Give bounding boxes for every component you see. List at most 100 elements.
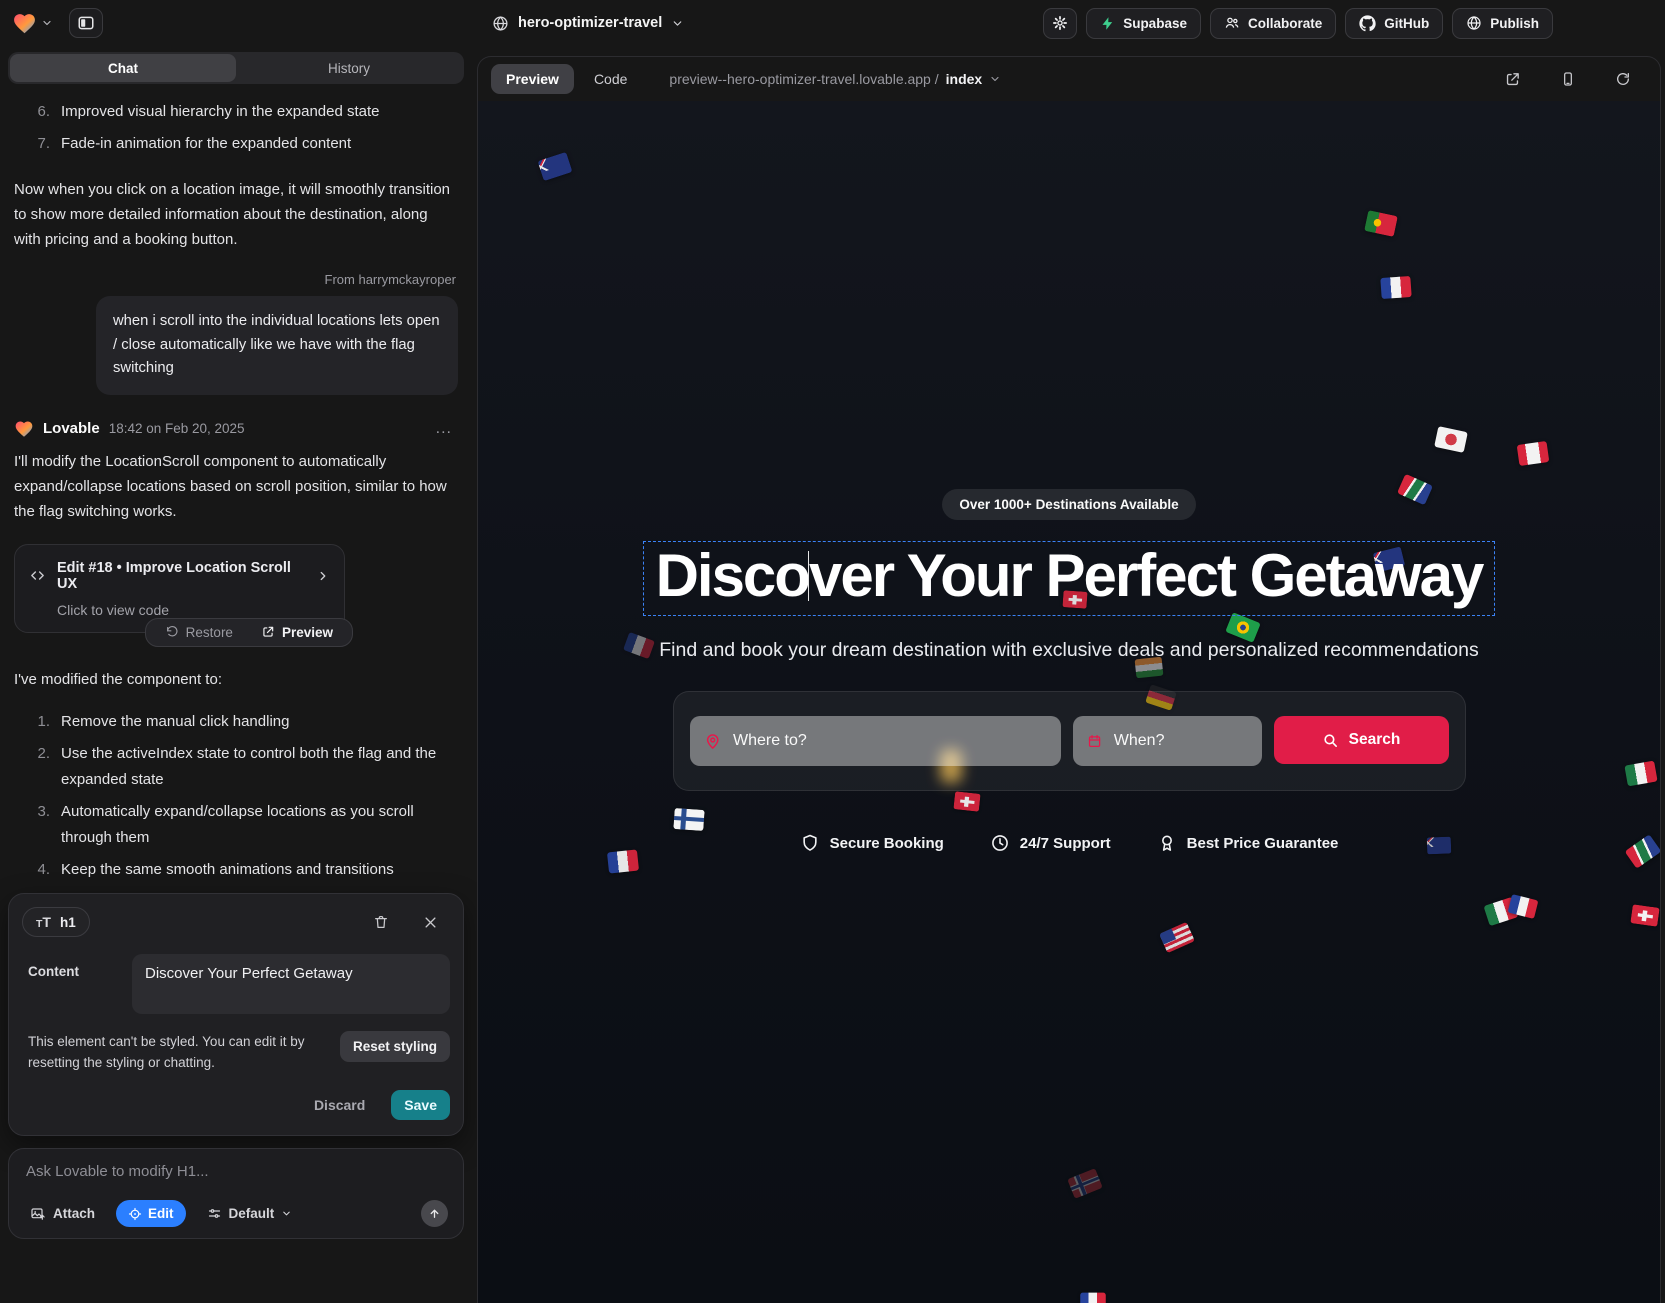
when-input[interactable] bbox=[1112, 731, 1248, 751]
feature-label: 24/7 Support bbox=[1020, 835, 1111, 852]
preview-url[interactable]: preview--hero-optimizer-travel.lovable.a… bbox=[669, 71, 1001, 87]
globe-icon bbox=[492, 15, 509, 32]
search-button[interactable]: Search bbox=[1274, 716, 1449, 764]
list-number: 3. bbox=[32, 799, 50, 851]
save-button[interactable]: Save bbox=[391, 1090, 450, 1120]
reset-styling-button[interactable]: Reset styling bbox=[340, 1031, 450, 1062]
chevron-down-icon bbox=[41, 17, 53, 29]
edit-mode-button[interactable]: Edit bbox=[116, 1200, 186, 1227]
lovable-heart-icon bbox=[12, 11, 37, 36]
github-icon bbox=[1359, 15, 1376, 32]
list-item: 7. Fade-in animation for the expanded co… bbox=[14, 128, 458, 160]
open-in-new-tab-button[interactable] bbox=[1498, 70, 1527, 89]
assistant-message-header: Lovable 18:42 on Feb 20, 2025 ... bbox=[14, 419, 458, 439]
supabase-button[interactable]: Supabase bbox=[1086, 8, 1201, 39]
award-icon bbox=[1157, 833, 1177, 853]
message-menu-button[interactable]: ... bbox=[430, 419, 458, 439]
collaborate-label: Collaborate bbox=[1248, 16, 1322, 31]
hero-section: Over 1000+ Destinations Available Discov… bbox=[478, 101, 1660, 853]
github-button[interactable]: GitHub bbox=[1345, 8, 1443, 39]
content-label: Content bbox=[22, 954, 122, 979]
selected-element-pill[interactable]: TT h1 bbox=[22, 907, 90, 937]
list-item: 3. Automatically expand/collapse locatio… bbox=[14, 796, 458, 854]
where-field[interactable] bbox=[690, 716, 1061, 766]
tab-chat[interactable]: Chat bbox=[10, 54, 236, 82]
project-switcher[interactable]: hero-optimizer-travel bbox=[492, 15, 684, 32]
france-flag-icon bbox=[1080, 1293, 1106, 1303]
tab-history[interactable]: History bbox=[236, 54, 462, 82]
feature-secure-booking: Secure Booking bbox=[800, 833, 944, 853]
chat-input[interactable] bbox=[24, 1162, 448, 1181]
destinations-badge: Over 1000+ Destinations Available bbox=[942, 489, 1195, 520]
restore-button[interactable]: Restore bbox=[159, 624, 239, 641]
publish-label: Publish bbox=[1490, 16, 1539, 31]
selected-element-outline[interactable]: Discover Your Perfect Getaway bbox=[643, 541, 1496, 616]
lovable-logo-group[interactable] bbox=[12, 11, 53, 36]
edit-mode-label: Edit bbox=[148, 1206, 174, 1221]
list-number: 6. bbox=[32, 99, 50, 125]
mobile-view-button[interactable] bbox=[1554, 70, 1582, 88]
content-input[interactable]: Discover Your Perfect Getaway bbox=[132, 954, 450, 1014]
send-button[interactable] bbox=[421, 1200, 448, 1227]
delete-element-button[interactable] bbox=[367, 913, 395, 931]
assistant-paragraph: I've modified the component to: bbox=[14, 667, 458, 692]
list-number: 2. bbox=[32, 741, 50, 793]
list-item: 1. Remove the manual click handling bbox=[14, 706, 458, 738]
discard-button[interactable]: Discard bbox=[308, 1096, 371, 1114]
preview-url-page: index bbox=[946, 71, 983, 87]
shield-icon bbox=[800, 833, 820, 853]
tab-preview[interactable]: Preview bbox=[491, 64, 574, 94]
preview-version-label: Preview bbox=[282, 625, 333, 640]
edit-version-card[interactable]: Edit #18 • Improve Location Scroll UX Cl… bbox=[14, 544, 345, 633]
list-number: 7. bbox=[32, 131, 50, 157]
list-item: 4. Keep the same smooth animations and t… bbox=[14, 854, 458, 886]
list-text: Keep the same smooth animations and tran… bbox=[61, 857, 394, 883]
chat-composer: Attach Edit Default bbox=[8, 1148, 464, 1239]
search-label: Search bbox=[1349, 731, 1401, 749]
publish-button[interactable]: Publish bbox=[1452, 8, 1553, 39]
mode-label: Default bbox=[229, 1206, 275, 1221]
close-editor-button[interactable] bbox=[417, 913, 444, 931]
feature-best-price: Best Price Guarantee bbox=[1157, 833, 1339, 853]
topbar-actions: Supabase Collaborate GitHub Publish bbox=[1043, 8, 1553, 39]
preview-url-host: preview--hero-optimizer-travel.lovable.a… bbox=[669, 71, 938, 87]
people-icon bbox=[1224, 15, 1240, 31]
search-panel: Search bbox=[673, 691, 1466, 791]
edit-card-actions: Restore Preview bbox=[145, 618, 353, 647]
mode-selector[interactable]: Default bbox=[201, 1205, 299, 1222]
styling-note: This element can't be styled. You can ed… bbox=[22, 1031, 326, 1073]
attach-button[interactable]: Attach bbox=[24, 1205, 101, 1223]
list-text: Fade-in animation for the expanded conte… bbox=[61, 131, 351, 157]
sidebar-toggle-button[interactable] bbox=[69, 8, 103, 38]
feature-support: 24/7 Support bbox=[990, 833, 1111, 853]
settings-button[interactable] bbox=[1043, 8, 1077, 39]
edit-card-title: Edit #18 • Improve Location Scroll UX bbox=[57, 560, 305, 592]
switzerland-flag-icon bbox=[1630, 904, 1659, 926]
list-text: Remove the manual click handling bbox=[61, 709, 289, 735]
refresh-button[interactable] bbox=[1609, 70, 1637, 88]
chat-messages[interactable]: 6. Improved visual hierarchy in the expa… bbox=[0, 94, 472, 885]
selected-element-tag: h1 bbox=[60, 915, 76, 930]
supabase-label: Supabase bbox=[1123, 16, 1187, 31]
github-label: GitHub bbox=[1384, 16, 1429, 31]
where-input[interactable] bbox=[731, 731, 1047, 751]
when-field[interactable] bbox=[1073, 716, 1262, 766]
chevron-down-icon bbox=[671, 17, 684, 30]
assistant-paragraph: I'll modify the LocationScroll component… bbox=[14, 449, 458, 524]
feature-row: Secure Booking 24/7 Support Best Price G… bbox=[800, 833, 1339, 853]
tab-code[interactable]: Code bbox=[588, 70, 633, 88]
message-timestamp: 18:42 on Feb 20, 2025 bbox=[109, 421, 245, 436]
project-name: hero-optimizer-travel bbox=[518, 15, 662, 31]
norway-flag-icon bbox=[1067, 1168, 1103, 1199]
preview-version-button[interactable]: Preview bbox=[255, 624, 339, 641]
lovable-heart-icon bbox=[14, 419, 34, 439]
preview-toolbar: Preview Code preview--hero-optimizer-tra… bbox=[478, 57, 1660, 101]
preview-viewport: Over 1000+ Destinations Available Discov… bbox=[478, 101, 1660, 1303]
list-text: Automatically expand/collapse locations … bbox=[61, 799, 458, 851]
collaborate-button[interactable]: Collaborate bbox=[1210, 8, 1336, 39]
list-item: 2. Use the activeIndex state to control … bbox=[14, 738, 458, 796]
user-message-bubble: when i scroll into the individual locati… bbox=[96, 296, 458, 395]
chat-history-tabs: Chat History bbox=[8, 52, 464, 84]
globe-icon bbox=[1466, 15, 1482, 31]
hero-title[interactable]: Discover Your Perfect Getaway bbox=[656, 542, 1483, 609]
